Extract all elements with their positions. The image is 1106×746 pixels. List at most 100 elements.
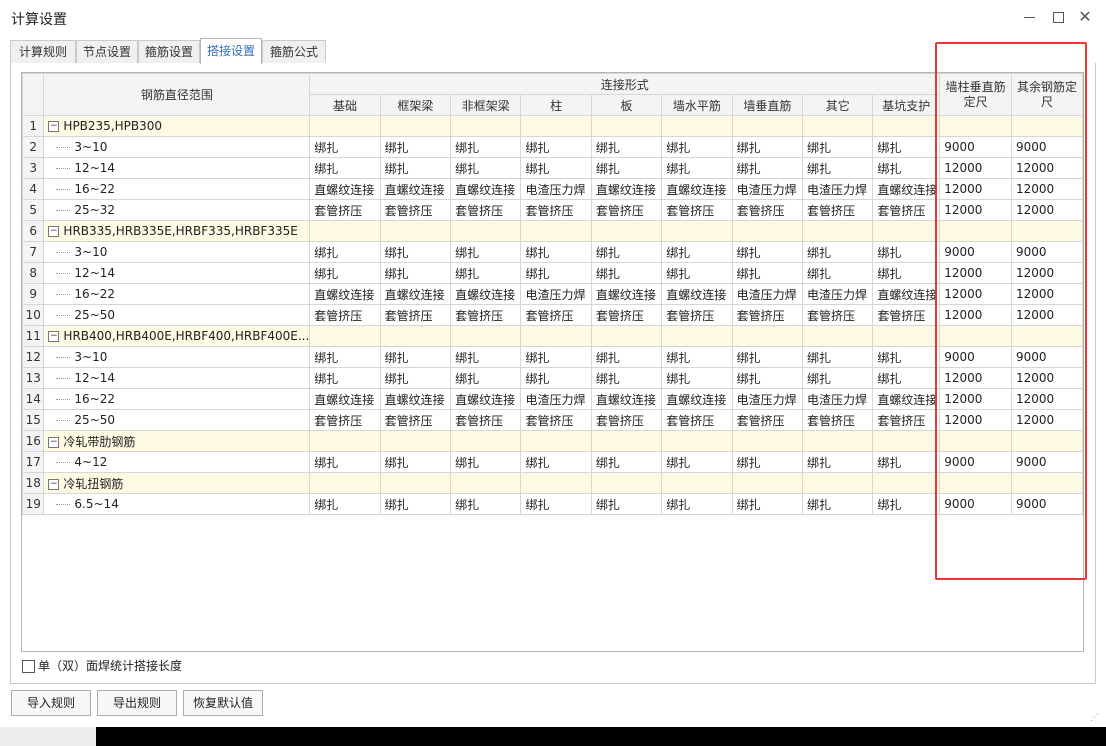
wall-column-length-cell[interactable]: 12000 <box>939 199 1012 221</box>
connection-cell[interactable]: 绑扎 <box>379 157 452 179</box>
restore-defaults-button[interactable]: 恢复默认值 <box>183 690 263 716</box>
connection-cell[interactable] <box>872 115 941 137</box>
other-length-cell[interactable] <box>1011 220 1083 242</box>
connection-cell[interactable]: 电渣压力焊 <box>520 178 592 200</box>
connection-cell[interactable]: 直螺纹连接 <box>450 283 522 305</box>
connection-cell[interactable] <box>379 430 452 452</box>
connection-cell[interactable]: 直螺纹连接 <box>661 388 733 410</box>
connection-cell[interactable]: 绑扎 <box>872 367 941 389</box>
connection-cell[interactable] <box>661 430 733 452</box>
resize-grip-icon[interactable]: ⋰ <box>1090 713 1100 723</box>
connection-cell[interactable]: 电渣压力焊 <box>731 283 804 305</box>
range-cell[interactable]: 16~22 <box>43 178 311 200</box>
other-length-cell[interactable]: 12000 <box>1011 199 1083 221</box>
connection-cell[interactable]: 直螺纹连接 <box>661 283 733 305</box>
group-label-cell[interactable]: − 冷轧扭钢筋 <box>43 472 311 494</box>
connection-cell[interactable]: 套管挤压 <box>731 199 804 221</box>
connection-cell[interactable] <box>309 220 381 242</box>
connection-cell[interactable]: 直螺纹连接 <box>379 178 452 200</box>
range-cell[interactable]: 3~10 <box>43 136 311 158</box>
range-cell[interactable]: 12~14 <box>43 367 311 389</box>
connection-cell[interactable] <box>450 472 522 494</box>
connection-cell[interactable] <box>520 115 592 137</box>
connection-cell[interactable] <box>520 325 592 347</box>
wall-column-length-cell[interactable]: 12000 <box>939 283 1012 305</box>
connection-cell[interactable]: 套管挤压 <box>872 409 941 431</box>
connection-cell[interactable]: 直螺纹连接 <box>309 388 381 410</box>
other-length-cell[interactable] <box>1011 115 1083 137</box>
other-length-cell[interactable]: 9000 <box>1011 493 1083 515</box>
other-length-cell[interactable]: 12000 <box>1011 283 1083 305</box>
connection-cell[interactable]: 绑扎 <box>661 262 733 284</box>
connection-cell[interactable]: 绑扎 <box>379 136 452 158</box>
connection-cell[interactable]: 绑扎 <box>731 346 804 368</box>
connection-cell[interactable]: 直螺纹连接 <box>872 283 941 305</box>
connection-cell[interactable]: 绑扎 <box>661 367 733 389</box>
connection-cell[interactable]: 套管挤压 <box>450 304 522 326</box>
connection-cell[interactable]: 绑扎 <box>309 241 381 263</box>
connection-cell[interactable]: 套管挤压 <box>379 199 452 221</box>
connection-cell[interactable] <box>731 430 804 452</box>
connection-cell[interactable]: 直螺纹连接 <box>661 178 733 200</box>
connection-cell[interactable] <box>450 115 522 137</box>
wall-column-length-cell[interactable]: 9000 <box>939 136 1012 158</box>
connection-cell[interactable] <box>802 325 874 347</box>
other-length-cell[interactable] <box>1011 430 1083 452</box>
tab-stirrup-formula[interactable]: 箍筋公式 <box>262 40 326 63</box>
connection-cell[interactable]: 电渣压力焊 <box>802 388 874 410</box>
connection-cell[interactable]: 直螺纹连接 <box>872 388 941 410</box>
wall-column-length-cell[interactable]: 9000 <box>939 346 1012 368</box>
connection-cell[interactable]: 绑扎 <box>379 493 452 515</box>
connection-cell[interactable]: 电渣压力焊 <box>802 178 874 200</box>
collapse-icon[interactable]: − <box>48 121 60 132</box>
range-cell[interactable]: 25~50 <box>43 304 311 326</box>
lap-settings-grid[interactable]: 钢筋直径范围 连接形式 墙柱垂直筋 定尺 其余钢筋定尺 基础 框架梁 非框架梁 柱… <box>21 72 1084 652</box>
other-length-cell[interactable]: 12000 <box>1011 367 1083 389</box>
connection-cell[interactable]: 直螺纹连接 <box>379 388 452 410</box>
connection-cell[interactable]: 绑扎 <box>802 493 874 515</box>
other-length-cell[interactable]: 12000 <box>1011 157 1083 179</box>
connection-cell[interactable]: 直螺纹连接 <box>590 178 663 200</box>
connection-cell[interactable]: 绑扎 <box>379 346 452 368</box>
connection-cell[interactable]: 绑扎 <box>309 157 381 179</box>
connection-cell[interactable]: 绑扎 <box>661 493 733 515</box>
connection-cell[interactable] <box>450 430 522 452</box>
connection-cell[interactable]: 绑扎 <box>661 136 733 158</box>
connection-cell[interactable]: 绑扎 <box>872 262 941 284</box>
connection-cell[interactable]: 直螺纹连接 <box>309 283 381 305</box>
connection-cell[interactable] <box>309 115 381 137</box>
connection-cell[interactable]: 绑扎 <box>872 346 941 368</box>
tab-lap-settings[interactable]: 搭接设置 <box>200 38 262 64</box>
connection-cell[interactable] <box>520 472 592 494</box>
connection-cell[interactable]: 直螺纹连接 <box>450 178 522 200</box>
connection-cell[interactable]: 套管挤压 <box>590 409 663 431</box>
connection-cell[interactable] <box>661 220 733 242</box>
connection-cell[interactable] <box>661 115 733 137</box>
connection-cell[interactable]: 绑扎 <box>872 157 941 179</box>
connection-cell[interactable]: 电渣压力焊 <box>731 388 804 410</box>
connection-cell[interactable] <box>661 472 733 494</box>
connection-cell[interactable]: 绑扎 <box>661 157 733 179</box>
connection-cell[interactable]: 绑扎 <box>731 136 804 158</box>
close-icon[interactable]: ✕ <box>1074 6 1096 28</box>
other-length-cell[interactable]: 12000 <box>1011 262 1083 284</box>
connection-cell[interactable]: 绑扎 <box>590 262 663 284</box>
connection-cell[interactable]: 绑扎 <box>731 493 804 515</box>
connection-cell[interactable]: 绑扎 <box>379 367 452 389</box>
maximize-icon[interactable] <box>1047 6 1069 28</box>
wall-column-length-cell[interactable]: 12000 <box>939 409 1012 431</box>
connection-cell[interactable] <box>731 325 804 347</box>
single-double-weld-option[interactable]: 单（双）面焊统计搭接长度 <box>22 657 182 673</box>
connection-cell[interactable]: 绑扎 <box>450 367 522 389</box>
connection-cell[interactable]: 直螺纹连接 <box>450 388 522 410</box>
connection-cell[interactable]: 绑扎 <box>590 346 663 368</box>
wall-column-length-cell[interactable]: 12000 <box>939 304 1012 326</box>
connection-cell[interactable]: 绑扎 <box>872 241 941 263</box>
connection-cell[interactable]: 电渣压力焊 <box>520 283 592 305</box>
connection-cell[interactable]: 套管挤压 <box>590 199 663 221</box>
connection-cell[interactable]: 绑扎 <box>731 157 804 179</box>
connection-cell[interactable]: 电渣压力焊 <box>520 388 592 410</box>
connection-cell[interactable]: 绑扎 <box>802 136 874 158</box>
other-length-cell[interactable] <box>1011 472 1083 494</box>
connection-cell[interactable]: 绑扎 <box>802 367 874 389</box>
